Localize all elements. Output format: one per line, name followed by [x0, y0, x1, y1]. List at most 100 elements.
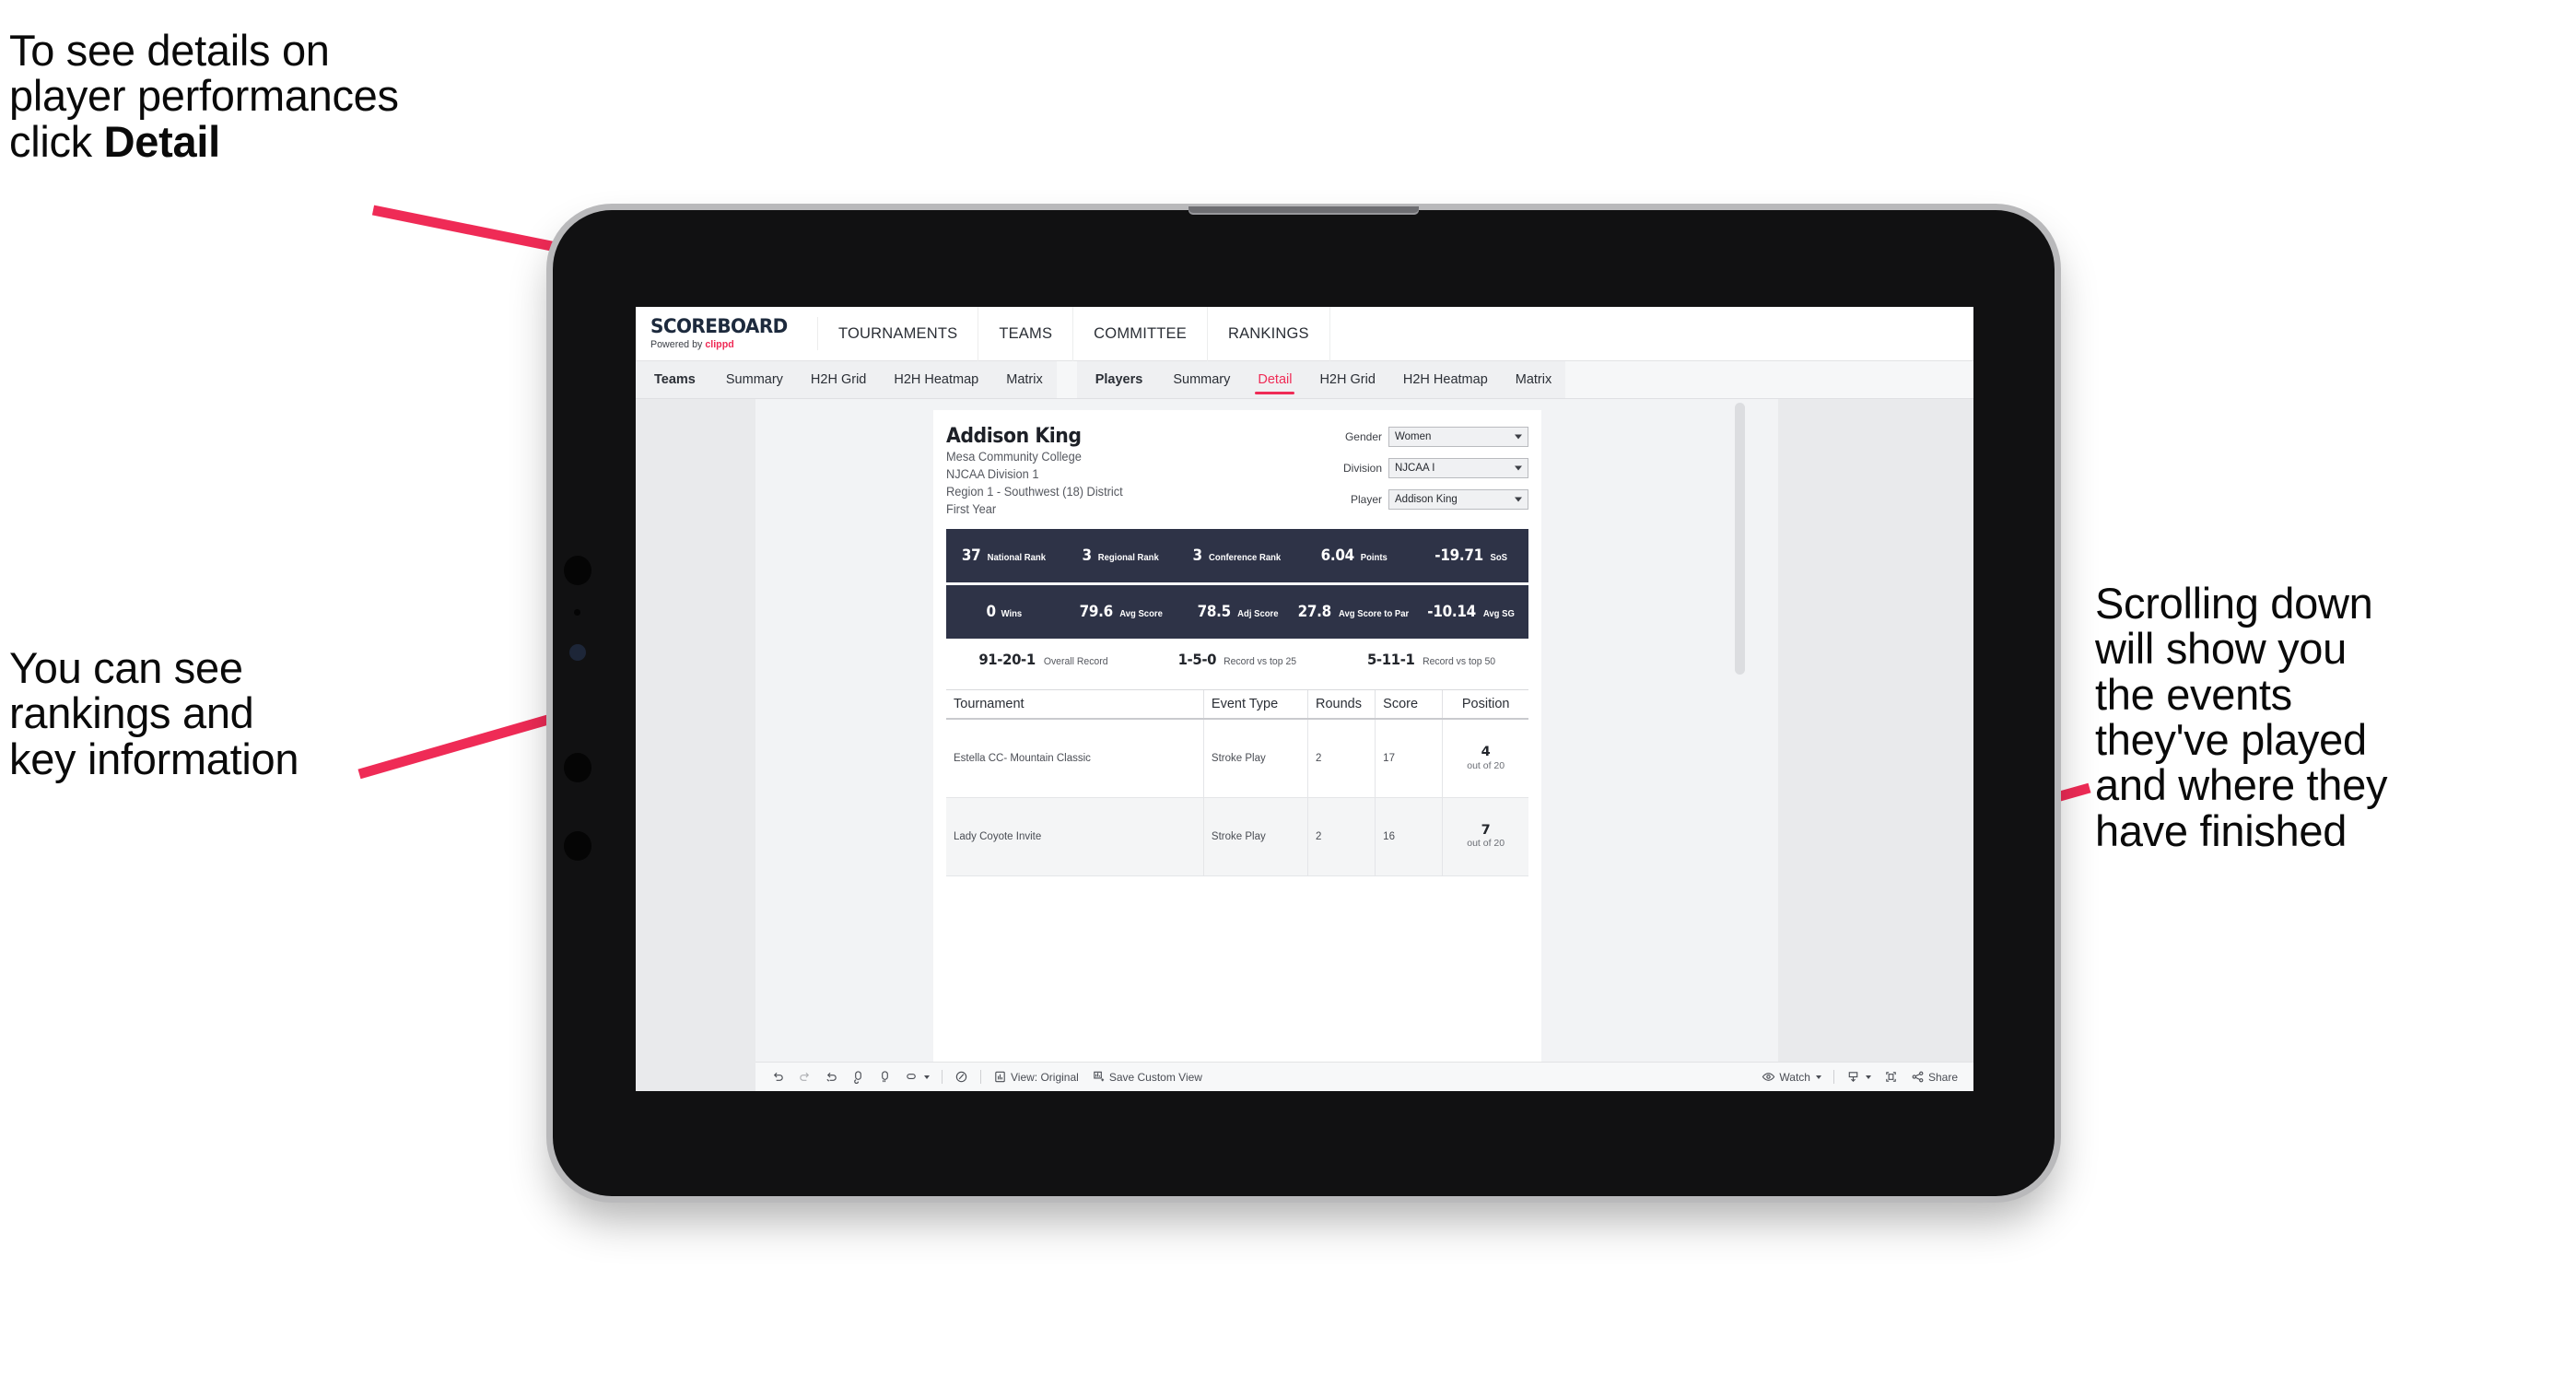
filter-label-division: Division [1342, 462, 1382, 475]
view-icon [993, 1070, 1007, 1084]
cell-event-type: Stroke Play [1203, 719, 1309, 798]
col-header-rounds[interactable]: Rounds [1307, 690, 1376, 720]
highlight-icon [954, 1070, 968, 1084]
stat-avg-score-to-par: 27.8 Avg Score to Par [1295, 603, 1411, 621]
scoreboard-logo[interactable]: SCOREBOARD Powered by clippd [636, 317, 818, 351]
chevron-down-icon [1815, 1075, 1821, 1079]
highlight-button[interactable] [948, 1070, 975, 1084]
tabgroup-players: Players Summary Detail H2H Grid H2H Heat… [1076, 361, 1566, 398]
stat-label: National Rank [987, 552, 1047, 563]
stat-avg-sg: -10.14 Avg SG [1412, 602, 1528, 621]
watch-dropdown[interactable]: Watch [1755, 1070, 1828, 1084]
col-header-event-type[interactable]: Event Type [1203, 690, 1309, 720]
eye-icon [1762, 1070, 1775, 1084]
download-icon [1846, 1070, 1860, 1084]
fullscreen-icon [1884, 1070, 1898, 1084]
stat-value: 3 [1192, 546, 1203, 564]
cell-score: 17 [1375, 719, 1444, 798]
stat-regional-rank: 3 Regional Rank [1062, 546, 1178, 565]
vertical-scrollbar[interactable] [1735, 403, 1745, 675]
stat-label: Avg SG [1482, 608, 1515, 619]
record-overall: 91-20-1 Overall Record [946, 651, 1141, 669]
share-button[interactable]: Share [1904, 1070, 1964, 1084]
watch-label: Watch [1779, 1070, 1810, 1084]
revert-button[interactable] [818, 1070, 845, 1084]
col-header-score[interactable]: Score [1375, 690, 1444, 720]
pause-button[interactable] [872, 1070, 898, 1084]
record-value: 91-20-1 [978, 651, 1036, 668]
stat-avg-score: 79.6 Avg Score [1062, 603, 1178, 621]
cell-event-type: Stroke Play [1203, 797, 1309, 876]
tab-players-summary[interactable]: Summary [1159, 361, 1244, 398]
stat-value: 3 [1082, 546, 1092, 564]
tab-teams-h2h-grid[interactable]: H2H Grid [797, 361, 880, 398]
refresh-icon [851, 1070, 865, 1084]
fit-icon [905, 1070, 919, 1084]
fullscreen-button[interactable] [1878, 1070, 1904, 1084]
filter-panel: Gender Women Division NJCAA I Player Add… [1324, 425, 1528, 521]
col-header-tournament[interactable]: Tournament [946, 690, 1204, 720]
player-select[interactable]: Addison King [1388, 489, 1528, 510]
slide-canvas: To see details on player performances cl… [0, 0, 2576, 1386]
annotation-right: Scrolling down will show you the events … [2095, 579, 2388, 855]
cell-position: 4 out of 20 [1442, 719, 1528, 798]
topnav-teams[interactable]: TEAMS [978, 307, 1074, 361]
card-header: Addison King Mesa Community College NJCA… [933, 425, 1541, 521]
player-detail-card: Addison King Mesa Community College NJCA… [933, 410, 1541, 1091]
tablet-speaker [1188, 206, 1419, 215]
save-custom-view-label: Save Custom View [1108, 1070, 1202, 1084]
logo-subtitle: Powered by clippd [650, 339, 813, 350]
tab-teams-summary[interactable]: Summary [712, 361, 797, 398]
col-header-position[interactable]: Position [1442, 690, 1528, 720]
tab-players-detail[interactable]: Detail [1244, 361, 1306, 398]
records-row: 91-20-1 Overall Record 1-5-0 Record vs t… [946, 651, 1528, 669]
stat-conference-rank: 3 Conference Rank [1179, 546, 1295, 565]
tab-players-h2h-heatmap[interactable]: H2H Heatmap [1389, 361, 1502, 398]
page-title: Addison King [946, 425, 1082, 448]
player-division: NJCAA Division 1 [946, 467, 1039, 482]
stat-wins: 0 Wins [946, 603, 1062, 621]
undo-button[interactable] [765, 1070, 791, 1084]
stat-value: -10.14 [1427, 602, 1477, 620]
cell-tournament: Lady Coyote Invite [946, 797, 1204, 876]
record-label: Record vs top 25 [1224, 656, 1297, 667]
save-custom-view-button[interactable]: Save Custom View [1085, 1070, 1209, 1084]
division-select-value: NJCAA I [1395, 463, 1435, 474]
stat-adj-score: 78.5 Adj Score [1179, 603, 1295, 621]
top-brand-bar: SCOREBOARD Powered by clippd TOURNAMENTS… [636, 307, 1973, 361]
gender-select[interactable]: Women [1388, 427, 1528, 447]
topnav-rankings[interactable]: RANKINGS [1208, 307, 1330, 361]
annotation-top-left: To see details on player performances cl… [9, 28, 636, 164]
table-row[interactable]: Lady Coyote Invite Stroke Play 2 16 7 ou… [946, 797, 1528, 876]
annotation-top-left-bold: Detail [103, 116, 221, 166]
stat-label: SoS [1490, 552, 1507, 563]
view-original-button[interactable]: View: Original [987, 1070, 1085, 1084]
tab-teams-matrix[interactable]: Matrix [992, 361, 1056, 398]
page-body: Addison King Mesa Community College NJCA… [636, 399, 1973, 1091]
refresh-button[interactable] [845, 1070, 872, 1084]
division-select[interactable]: NJCAA I [1388, 458, 1528, 478]
player-region: Region 1 - Southwest (18) District [946, 485, 1123, 499]
chevron-down-icon [1865, 1075, 1871, 1079]
toolbar-divider [980, 1070, 981, 1084]
topnav-tournaments[interactable]: TOURNAMENTS [818, 307, 979, 361]
record-vs-top-50: 5-11-1 Record vs top 50 [1334, 651, 1528, 669]
stat-national-rank: 37 National Rank [946, 546, 1062, 565]
tab-players-matrix[interactable]: Matrix [1502, 361, 1565, 398]
cell-score: 16 [1375, 797, 1444, 876]
fit-dropdown[interactable] [898, 1070, 936, 1084]
tab-players-h2h-grid[interactable]: H2H Grid [1306, 361, 1388, 398]
topnav-committee[interactable]: COMMITTEE [1073, 307, 1208, 361]
redo-button[interactable] [791, 1070, 818, 1084]
tab-teams[interactable]: Teams [636, 361, 712, 398]
logo-sub-brand: clippd [705, 339, 734, 351]
stat-value: -19.71 [1434, 546, 1484, 564]
tab-teams-h2h-heatmap[interactable]: H2H Heatmap [880, 361, 992, 398]
table-row[interactable]: Estella CC- Mountain Classic Stroke Play… [946, 719, 1528, 798]
toolbar-divider [1832, 1070, 1834, 1084]
download-dropdown[interactable] [1840, 1070, 1878, 1084]
record-value: 1-5-0 [1177, 651, 1216, 668]
record-label: Record vs top 50 [1423, 656, 1496, 667]
stat-label: Avg Score to Par [1339, 608, 1410, 619]
tab-players[interactable]: Players [1077, 361, 1160, 398]
